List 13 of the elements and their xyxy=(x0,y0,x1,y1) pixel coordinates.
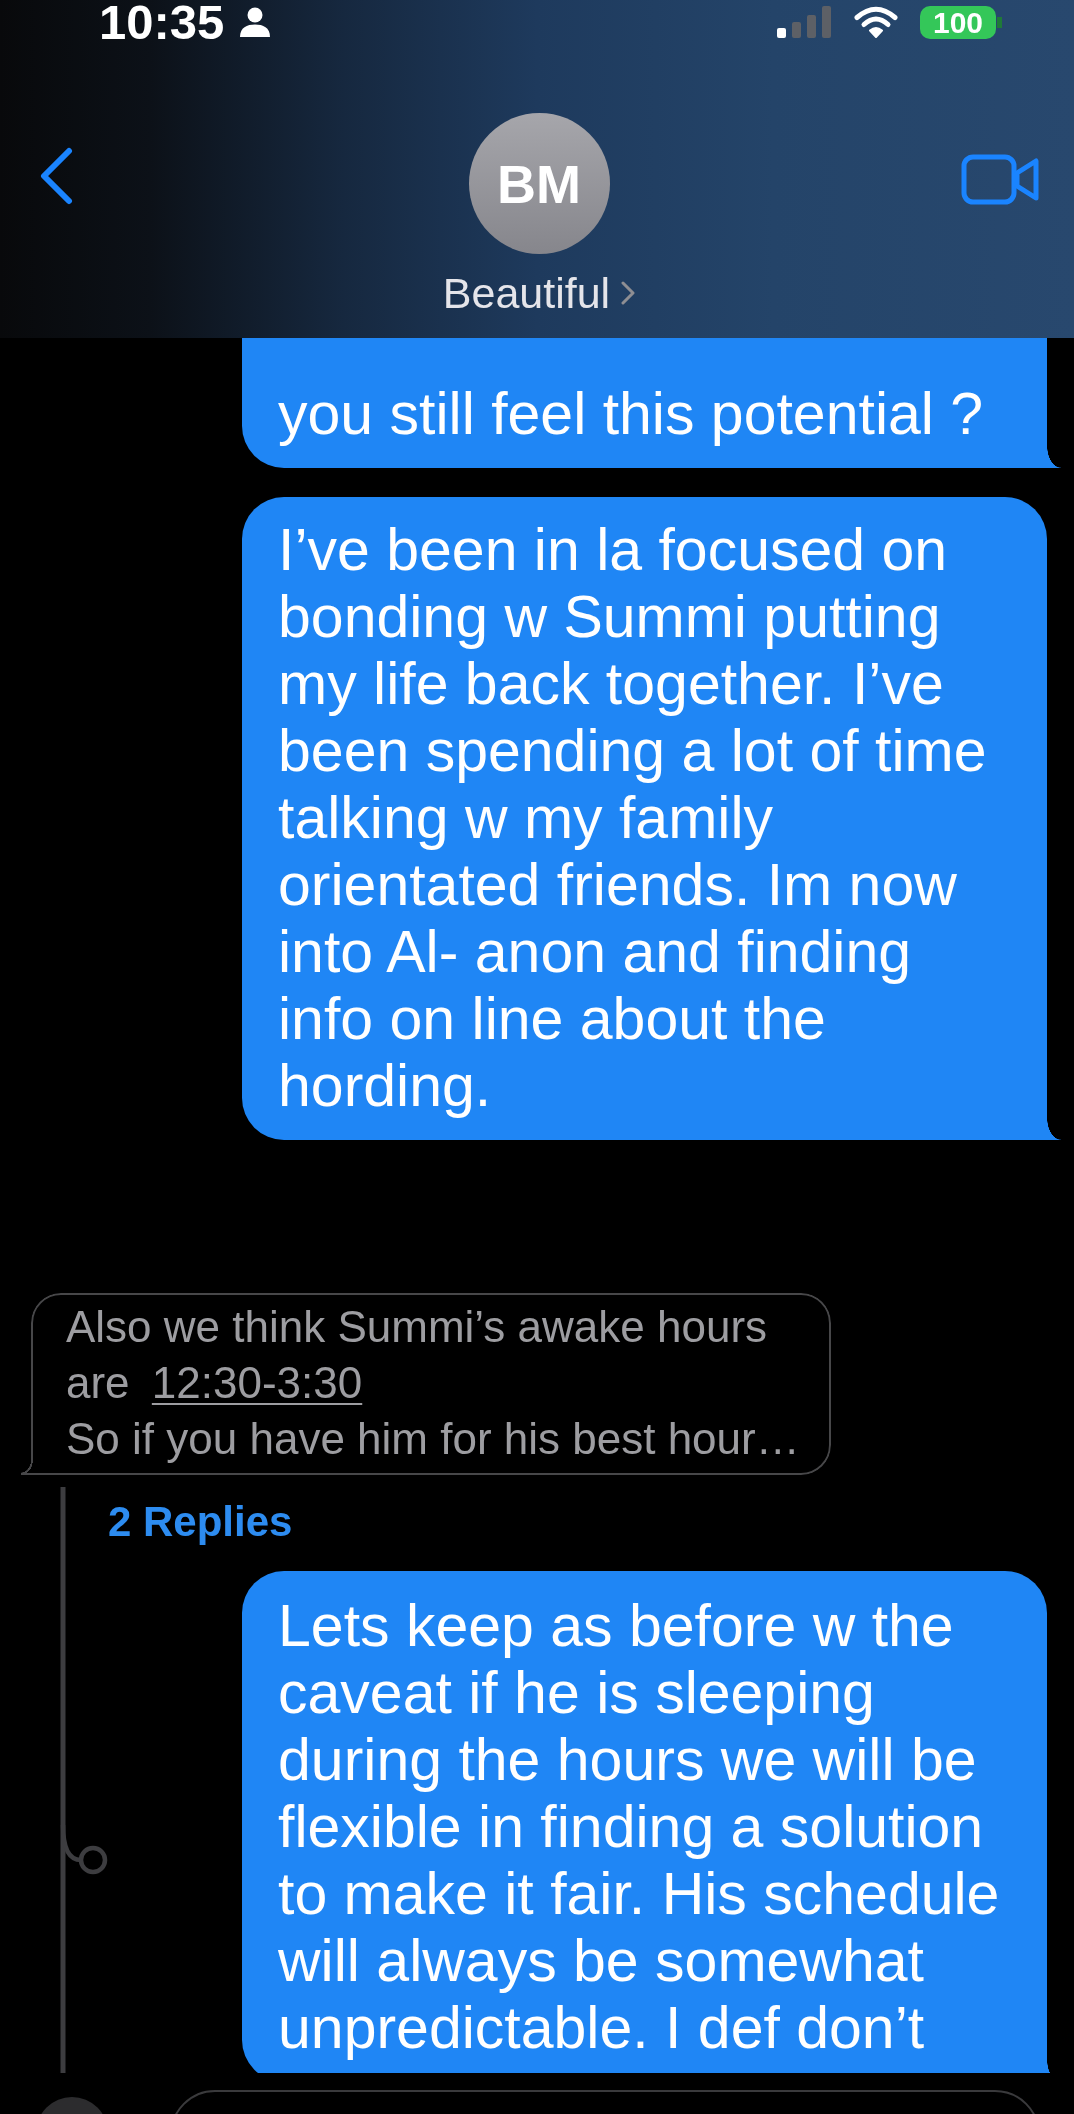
message-text: Also we think Summi’s awake hours are 12:30-3:30 xyxy=(66,1299,814,1411)
status-time: 10:35 xyxy=(99,0,225,44)
time-link[interactable]: 12:30-3:30 xyxy=(151,1355,363,1411)
person-icon xyxy=(238,7,273,37)
replies-link[interactable]: 2 Replies xyxy=(108,1496,293,1548)
back-icon[interactable] xyxy=(38,147,74,205)
signal-icon xyxy=(777,6,832,38)
message-text: So if you have him for his best hour… xyxy=(66,1413,801,1465)
message-bubble: I’ve been in la focused on bonding w Summi putting my life back together. I’ve been spending a lot of time talking w my family orientated friends. Im now into Al- anon and finding info on line about the hording. xyxy=(242,497,1061,1140)
wifi-icon xyxy=(854,6,898,38)
battery-indicator: 100 xyxy=(920,5,1002,39)
video-camera-icon[interactable] xyxy=(961,154,1040,205)
chevron-icon xyxy=(621,281,636,305)
